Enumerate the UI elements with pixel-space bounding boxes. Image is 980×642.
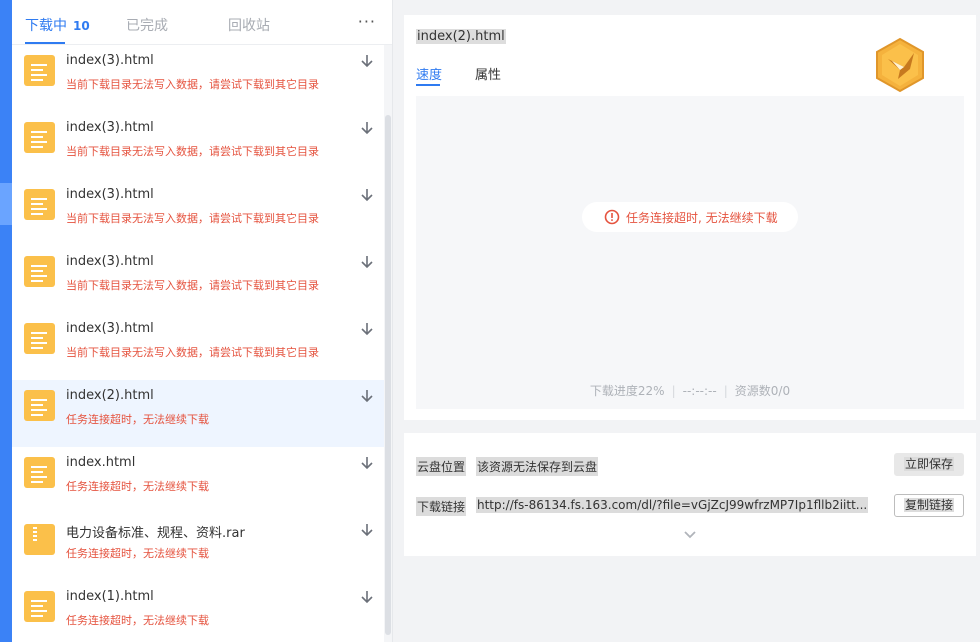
download-item-name: index(3).html — [66, 254, 154, 269]
download-arrow-icon[interactable] — [359, 187, 375, 203]
download-item-name: index(3).html — [66, 53, 154, 68]
stats-separator: | — [671, 384, 676, 398]
copy-link-button[interactable]: 复制链接 — [894, 494, 964, 517]
document-icon — [24, 323, 55, 354]
download-item-status: 任务连接超时，无法继续下载 — [66, 614, 209, 627]
copy-link-label: 复制链接 — [903, 498, 954, 512]
download-arrow-icon[interactable] — [359, 589, 375, 605]
download-arrow-icon[interactable] — [359, 455, 375, 471]
active-tab-indicator — [25, 42, 65, 44]
sources-count: 资源数0/0 — [734, 384, 791, 398]
download-item[interactable]: index(3).html 当前下载目录无法写入数据，请尝试下载到其它目录 — [12, 246, 384, 313]
list-scrollbar[interactable] — [384, 45, 392, 642]
download-item[interactable]: index(2).html 任务连接超时，无法继续下载 — [12, 380, 384, 447]
chevron-down-icon[interactable] — [682, 529, 698, 541]
speed-graph-area: 任务连接超时, 无法继续下载 下载进度22% | --:--:-- | 资源数0/0 — [416, 96, 964, 409]
download-item[interactable]: index(3).html 当前下载目录无法写入数据，请尝试下载到其它目录 — [12, 45, 384, 112]
download-item[interactable]: 电力设备标准、规程、资料.rar 任务连接超时，无法继续下载 — [12, 514, 384, 581]
remaining-time: --:--:-- — [682, 384, 717, 398]
document-icon — [24, 55, 55, 86]
download-item[interactable]: index(3).html 当前下载目录无法写入数据，请尝试下载到其它目录 — [12, 313, 384, 380]
stats-separator: | — [723, 384, 728, 398]
error-message-text: 任务连接超时, 无法继续下载 — [626, 211, 778, 225]
warning-circle-icon — [604, 209, 620, 225]
tab-speed[interactable]: 速度 — [416, 64, 442, 83]
download-item-status: 当前下载目录无法写入数据，请尝试下载到其它目录 — [66, 346, 319, 359]
download-item-status: 任务连接超时，无法继续下载 — [66, 413, 209, 426]
tab-recycle-bin[interactable]: 回收站 — [228, 15, 270, 35]
download-item-status: 当前下载目录无法写入数据，请尝试下载到其它目录 — [66, 212, 319, 225]
download-link-label: 下载链接 — [416, 497, 467, 516]
download-item-name: 电力设备标准、规程、资料.rar — [66, 526, 245, 541]
archive-icon — [24, 524, 55, 555]
download-item-status: 当前下载目录无法写入数据，请尝试下载到其它目录 — [66, 145, 319, 158]
save-to-cloud-label: 立即保存 — [903, 457, 954, 471]
window-left-edge — [0, 0, 12, 642]
progress-stats: 下载进度22% | --:--:-- | 资源数0/0 — [416, 382, 964, 399]
download-item-name: index(1).html — [66, 589, 154, 604]
app-logo-icon — [876, 37, 924, 93]
list-tabs: 下载中 10 已完成 回收站 ··· — [12, 0, 392, 45]
panel-divider — [392, 0, 393, 642]
document-icon — [24, 122, 55, 153]
download-link-value[interactable]: http://fs-86134.fs.163.com/dl/?file=vGjZ… — [476, 497, 869, 513]
download-item-name: index(2).html — [66, 388, 154, 403]
download-arrow-icon[interactable] — [359, 53, 375, 69]
download-item-name: index(3).html — [66, 321, 154, 336]
detail-file-name: index(2).html — [416, 29, 506, 44]
error-message-pill: 任务连接超时, 无法继续下载 — [582, 202, 798, 232]
more-menu-button[interactable]: ··· — [358, 12, 376, 31]
list-scrollbar-thumb[interactable] — [385, 115, 391, 635]
download-arrow-icon[interactable] — [359, 321, 375, 337]
download-item-status: 任务连接超时，无法继续下载 — [66, 480, 209, 493]
document-icon — [24, 591, 55, 622]
tab-properties[interactable]: 属性 — [475, 64, 501, 83]
download-arrow-icon[interactable] — [359, 522, 375, 538]
download-item-name: index.html — [66, 455, 136, 470]
download-item-status: 当前下载目录无法写入数据，请尝试下载到其它目录 — [66, 78, 319, 91]
task-detail-panel: index(2).html 速度 属性 任务连接超时, 无法继续下载 下载进度2… — [404, 15, 976, 420]
cloud-location-value: 该资源无法保存到云盘 — [476, 457, 599, 476]
tab-downloading-count: 10 — [73, 19, 90, 33]
download-item[interactable]: index.html 任务连接超时，无法继续下载 — [12, 447, 384, 514]
tab-completed[interactable]: 已完成 — [126, 15, 168, 35]
download-arrow-icon[interactable] — [359, 120, 375, 136]
download-item-status: 任务连接超时，无法继续下载 — [66, 547, 209, 560]
download-list: index(3).html 当前下载目录无法写入数据，请尝试下载到其它目录 inde… — [12, 45, 384, 642]
download-item-status: 当前下载目录无法写入数据，请尝试下载到其它目录 — [66, 279, 319, 292]
download-item[interactable]: index(3).html 当前下载目录无法写入数据，请尝试下载到其它目录 — [12, 112, 384, 179]
download-item-name: index(3).html — [66, 187, 154, 202]
progress-percent: 下载进度22% — [589, 384, 665, 398]
document-icon — [24, 189, 55, 220]
save-to-cloud-button[interactable]: 立即保存 — [894, 453, 964, 476]
document-icon — [24, 390, 55, 421]
document-icon — [24, 256, 55, 287]
tab-downloading-label: 下载中 — [25, 18, 67, 34]
cloud-link-panel: 云盘位置 该资源无法保存到云盘 立即保存 下载链接 http://fs-8613… — [404, 433, 976, 556]
download-item[interactable]: index(3).html 当前下载目录无法写入数据，请尝试下载到其它目录 — [12, 179, 384, 246]
download-arrow-icon[interactable] — [359, 254, 375, 270]
download-list-panel: 下载中 10 已完成 回收站 ··· index(3).html 当前下载目录无法写… — [12, 0, 392, 642]
document-icon — [24, 457, 55, 488]
edge-handle — [0, 183, 12, 225]
cloud-location-label: 云盘位置 — [416, 457, 467, 476]
download-arrow-icon[interactable] — [359, 388, 375, 404]
download-item[interactable]: index(1).html 任务连接超时，无法继续下载 — [12, 581, 384, 642]
download-item-name: index(3).html — [66, 120, 154, 135]
tab-downloading[interactable]: 下载中 10 — [25, 15, 90, 35]
detail-tab-indicator — [416, 84, 440, 86]
